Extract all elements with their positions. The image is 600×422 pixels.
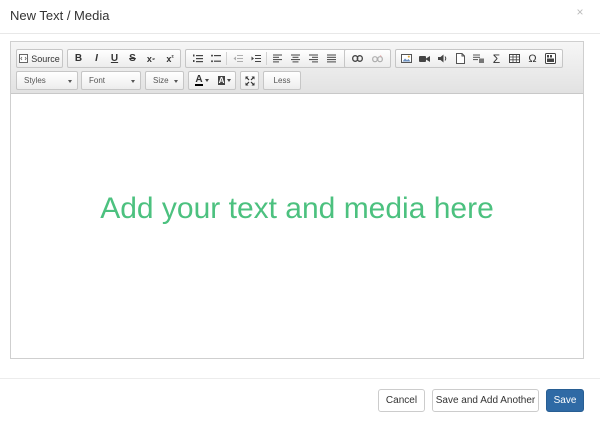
font-dropdown-label: Font xyxy=(89,76,106,85)
subscript-mark: ₂ xyxy=(151,55,156,62)
toolbar-separator xyxy=(266,52,267,65)
indent-button[interactable] xyxy=(247,50,264,67)
text-color-button[interactable]: A xyxy=(191,72,213,89)
superscript-button[interactable]: x² xyxy=(161,50,179,67)
size-dropdown-label: Size xyxy=(153,76,169,85)
cancel-button[interactable]: Cancel xyxy=(378,389,425,412)
text-color-icon: A xyxy=(195,74,203,86)
chevron-down-icon xyxy=(227,79,232,82)
background-color-icon: A xyxy=(217,76,226,85)
special-char-omega-icon[interactable]: Ω xyxy=(524,50,541,67)
superscript-mark: ² xyxy=(171,55,174,62)
image-icon xyxy=(401,54,412,63)
bold-button[interactable]: B xyxy=(70,50,87,67)
math-sigma-icon[interactable]: Σ xyxy=(488,50,505,67)
speaker-icon xyxy=(437,54,446,63)
align-left-button[interactable] xyxy=(269,50,286,67)
embed-icon xyxy=(473,54,484,63)
less-button[interactable]: Less xyxy=(263,71,301,90)
align-justify-icon xyxy=(327,54,336,63)
bulleted-list-icon xyxy=(210,54,221,63)
unlink-button[interactable] xyxy=(368,50,386,67)
bulleted-list-button[interactable] xyxy=(207,50,224,67)
source-label: Source xyxy=(31,53,60,64)
toolbar-group-paragraph xyxy=(185,49,351,68)
align-right-icon xyxy=(309,54,318,63)
chevron-down-icon xyxy=(131,80,135,83)
youtube-icon xyxy=(545,53,556,64)
align-center-icon xyxy=(291,54,300,63)
save-button[interactable]: Save xyxy=(546,389,584,412)
close-icon[interactable]: × xyxy=(574,5,586,19)
unlink-icon xyxy=(371,54,383,62)
numbered-list-button[interactable] xyxy=(189,50,206,67)
file-button[interactable] xyxy=(452,50,469,67)
toolbar-group-links xyxy=(344,49,391,68)
underline-button[interactable]: U xyxy=(106,50,123,67)
video-camera-icon xyxy=(419,55,430,62)
link-button[interactable] xyxy=(348,50,366,67)
align-justify-button[interactable] xyxy=(323,50,340,67)
modal-header: New Text / Media × xyxy=(0,0,600,34)
maximize-icon xyxy=(245,76,254,85)
italic-button[interactable]: I xyxy=(88,50,105,67)
modal-title: New Text / Media xyxy=(10,8,110,23)
save-and-add-another-button[interactable]: Save and Add Another xyxy=(432,389,539,412)
strikethrough-button[interactable]: S xyxy=(124,50,141,67)
editor-content-area[interactable]: Add your text and media here xyxy=(11,95,583,358)
align-center-button[interactable] xyxy=(287,50,304,67)
align-left-icon xyxy=(273,54,282,63)
table-button[interactable] xyxy=(506,50,523,67)
outdent-button[interactable] xyxy=(229,50,246,67)
chevron-down-icon xyxy=(174,80,178,83)
source-button[interactable]: Source xyxy=(17,50,62,67)
subscript-button[interactable]: x₂ xyxy=(142,50,160,67)
indent-icon xyxy=(251,55,261,62)
table-icon xyxy=(509,54,520,63)
outdent-icon xyxy=(233,55,243,62)
toolbar-group-tools xyxy=(240,71,259,90)
font-dropdown[interactable]: Font xyxy=(81,71,141,90)
align-right-button[interactable] xyxy=(305,50,322,67)
styles-dropdown-label: Styles xyxy=(24,76,46,85)
video-button[interactable] xyxy=(416,50,433,67)
editor-placeholder: Add your text and media here xyxy=(100,192,494,225)
size-dropdown[interactable]: Size xyxy=(145,71,184,90)
youtube-button[interactable] xyxy=(542,50,559,67)
numbered-list-icon xyxy=(192,54,203,63)
link-icon xyxy=(351,55,363,62)
chevron-down-icon xyxy=(68,80,72,83)
maximize-button[interactable] xyxy=(241,72,258,89)
chevron-down-icon xyxy=(204,79,209,82)
toolbar-group-basicstyles: B I U S x₂ x² xyxy=(67,49,181,68)
toolbar-group-colors: A A xyxy=(188,71,236,90)
embed-button[interactable] xyxy=(470,50,487,67)
background-color-button[interactable]: A xyxy=(214,72,235,89)
document-icon xyxy=(456,53,465,64)
modal-footer-divider xyxy=(0,378,600,379)
styles-dropdown[interactable]: Styles xyxy=(16,71,78,90)
editor-toolbar: Source B I U S x₂ x² Σ Ω Styles Font Siz… xyxy=(11,42,583,94)
toolbar-group-source: Source xyxy=(16,49,63,68)
source-icon xyxy=(19,54,29,63)
toolbar-group-insert: Σ Ω xyxy=(395,49,563,68)
toolbar-separator xyxy=(226,52,227,65)
audio-button[interactable] xyxy=(434,50,451,67)
rich-text-editor: Source B I U S x₂ x² Σ Ω Styles Font Siz… xyxy=(10,41,584,359)
image-button[interactable] xyxy=(398,50,415,67)
